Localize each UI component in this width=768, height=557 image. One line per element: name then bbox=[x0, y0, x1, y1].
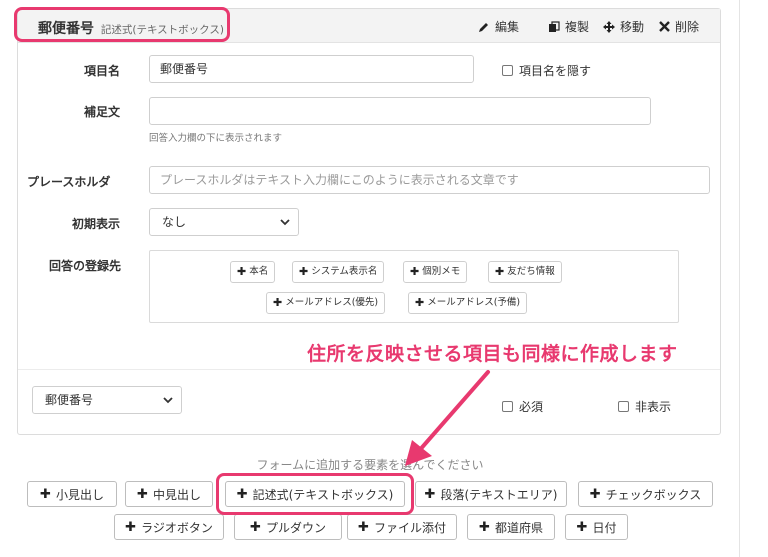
hidden-box[interactable] bbox=[618, 401, 629, 412]
add-medium-heading-button[interactable]: ✚ 中見出し bbox=[125, 481, 213, 507]
pencil-icon bbox=[479, 22, 488, 32]
add-file-attachment-button[interactable]: ✚ ファイル添付 bbox=[347, 514, 457, 540]
move-label: 移動 bbox=[620, 20, 645, 34]
delete-button[interactable]: 削除 bbox=[659, 18, 699, 35]
field-type-select-value: 郵便番号 bbox=[45, 393, 94, 407]
plus-icon: ✚ bbox=[479, 519, 490, 535]
card-divider bbox=[18, 369, 720, 370]
move-button[interactable]: 移動 bbox=[603, 18, 644, 35]
hidden-label: 非表示 bbox=[635, 400, 672, 414]
annotation-text: 住所を反映させる項目も同様に作成します bbox=[307, 343, 678, 365]
plus-icon: ✚ bbox=[358, 519, 369, 535]
dest-chip-system-name[interactable]: ✚ システム表示名 bbox=[292, 261, 385, 283]
plus-icon: ✚ bbox=[576, 519, 588, 535]
initial-display-select[interactable]: なし bbox=[149, 208, 299, 236]
dest-chip-memo[interactable]: ✚ 個別メモ bbox=[403, 261, 468, 283]
plus-icon: ✚ bbox=[424, 486, 436, 502]
add-date-button[interactable]: ✚ 日付 bbox=[565, 514, 628, 540]
supplement-input[interactable] bbox=[149, 97, 651, 125]
required-label: 必須 bbox=[519, 400, 544, 414]
plus-icon: ✚ bbox=[250, 519, 261, 535]
close-icon bbox=[659, 21, 670, 32]
dest-chip-email-primary[interactable]: ✚ メールアドレス(優先) bbox=[266, 292, 386, 314]
hide-item-name-box[interactable] bbox=[502, 65, 513, 76]
plus-icon: ✚ bbox=[237, 265, 247, 278]
dest-chip-real-name[interactable]: ✚ 本名 bbox=[230, 261, 276, 283]
plus-icon: ✚ bbox=[410, 265, 420, 278]
duplicate-label: 複製 bbox=[565, 20, 590, 34]
dest-chip-email-secondary[interactable]: ✚ メールアドレス(予備) bbox=[408, 292, 528, 314]
hidden-checkbox[interactable]: 非表示 bbox=[618, 398, 671, 415]
add-small-heading-button[interactable]: ✚ 小見出し bbox=[27, 481, 117, 507]
edit-button[interactable]: 編集 bbox=[478, 18, 519, 35]
chevron-down-icon bbox=[280, 219, 290, 226]
plus-icon: ✚ bbox=[415, 296, 425, 309]
edit-label: 編集 bbox=[495, 20, 520, 34]
required-checkbox[interactable]: 必須 bbox=[502, 398, 543, 415]
add-prefecture-button[interactable]: ✚ 都道府県 bbox=[467, 514, 555, 540]
plus-icon: ✚ bbox=[273, 296, 283, 309]
destination-box: ✚ 本名 ✚ システム表示名 ✚ 個別メモ ✚ 友だち情報 ✚ メールアドレス(優先) ✚… bbox=[149, 250, 679, 323]
plus-icon: ✚ bbox=[589, 486, 601, 502]
supplement-label: 補足文 bbox=[84, 105, 121, 119]
required-box[interactable] bbox=[502, 401, 513, 412]
item-name-input[interactable]: 郵便番号 bbox=[149, 55, 474, 83]
move-arrows-icon bbox=[603, 20, 615, 33]
plus-icon: ✚ bbox=[137, 486, 148, 502]
item-name-label: 項目名 bbox=[84, 64, 121, 78]
add-checkbox-button[interactable]: ✚ チェックボックス bbox=[578, 481, 713, 507]
title-highlight-box bbox=[14, 7, 230, 42]
supplement-help-text: 回答入力欄の下に表示されます bbox=[149, 133, 283, 144]
hide-item-name-label: 項目名を隠す bbox=[519, 64, 592, 78]
duplicate-button[interactable]: 複製 bbox=[548, 18, 589, 35]
placeholder-input[interactable]: プレースホルダはテキスト入力欄にこのように表示される文章です bbox=[149, 166, 710, 194]
plus-icon: ✚ bbox=[125, 519, 137, 535]
add-element-prompt: フォームに追加する要素を選んでください bbox=[256, 458, 484, 472]
plus-icon: ✚ bbox=[299, 265, 309, 278]
plus-icon: ✚ bbox=[495, 265, 505, 278]
placeholder-label: プレースホルダ bbox=[27, 175, 111, 189]
delete-label: 削除 bbox=[675, 20, 700, 34]
copy-icon bbox=[549, 20, 560, 32]
chevron-down-icon bbox=[163, 397, 173, 404]
text-box-button-highlight bbox=[216, 473, 414, 515]
content-right-border bbox=[739, 0, 740, 557]
add-radio-button-button[interactable]: ✚ ラジオボタン bbox=[114, 514, 224, 540]
hide-item-name-checkbox[interactable]: 項目名を隠す bbox=[502, 62, 591, 79]
add-pulldown-button[interactable]: ✚ プルダウン bbox=[234, 514, 342, 540]
add-text-area-button[interactable]: ✚ 段落(テキストエリア) bbox=[415, 481, 567, 507]
initial-display-value: なし bbox=[162, 215, 187, 229]
field-card: 郵便番号 記述式(テキストボックス) 編集 複製 移動 削除 項目名 郵便番号 … bbox=[17, 8, 721, 435]
field-type-select[interactable]: 郵便番号 bbox=[32, 386, 182, 414]
destination-label: 回答の登録先 bbox=[49, 259, 122, 273]
plus-icon: ✚ bbox=[40, 486, 51, 502]
dest-chip-friend-info[interactable]: ✚ 友だち情報 bbox=[488, 261, 562, 283]
initial-display-label: 初期表示 bbox=[72, 217, 121, 231]
